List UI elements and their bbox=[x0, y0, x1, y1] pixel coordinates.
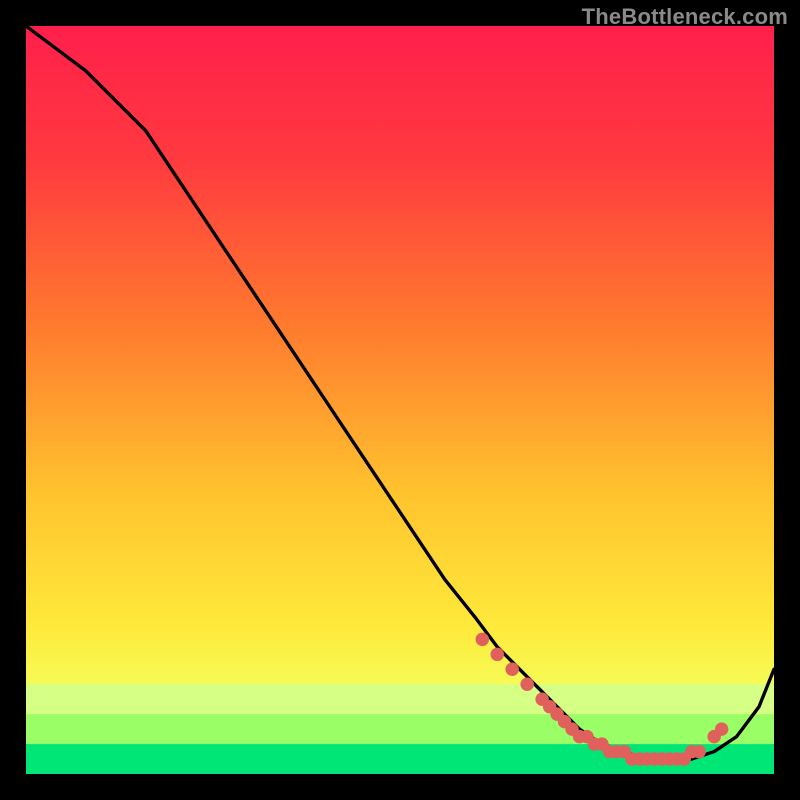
marker-dot bbox=[505, 663, 518, 676]
marker-dot bbox=[491, 648, 504, 661]
bottleneck-chart bbox=[26, 26, 774, 774]
marker-dot bbox=[476, 633, 489, 646]
watermark-text: TheBottleneck.com bbox=[582, 4, 788, 30]
gradient-background bbox=[26, 26, 774, 774]
marker-dot bbox=[692, 745, 705, 758]
marker-dot bbox=[520, 678, 533, 691]
chart-frame: { "watermark": "TheBottleneck.com", "col… bbox=[0, 0, 800, 800]
marker-dot bbox=[715, 722, 728, 735]
